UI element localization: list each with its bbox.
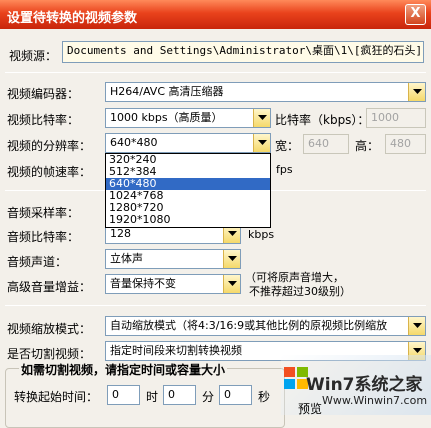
start-hours-field[interactable]: 0 xyxy=(107,385,140,405)
height-label: 高： xyxy=(355,139,380,153)
hour-unit: 时 xyxy=(146,390,159,404)
audio-channel-select[interactable]: 立体声 xyxy=(105,249,241,269)
framerate-unit: fps xyxy=(276,163,293,176)
resolution-options-list[interactable]: 320*240 512*384 640*480 1024*768 1280*72… xyxy=(105,153,271,228)
resolution-label: 视频的分辨率： xyxy=(7,139,92,153)
audio-bitrate-label: 音频比特率： xyxy=(7,230,80,244)
audio-samplerate-label: 音频采样率： xyxy=(7,206,80,220)
separator xyxy=(5,72,426,73)
chevron-down-icon[interactable] xyxy=(223,250,240,268)
chevron-down-icon[interactable] xyxy=(253,109,270,127)
volume-gain-value: 音量保持不变 xyxy=(110,277,176,290)
video-encoder-value: H264/AVC 高清压缩器 xyxy=(110,85,224,98)
watermark-brand: Win7系统之家 xyxy=(306,375,423,395)
video-bitrate-label: 视频比特率： xyxy=(7,113,80,127)
resolution-option[interactable]: 1920*1080 xyxy=(106,214,270,226)
chevron-down-icon[interactable] xyxy=(223,275,240,293)
height-field[interactable]: 480 xyxy=(385,134,426,154)
close-icon: X xyxy=(410,6,421,21)
video-bitrate-select[interactable]: 1000 kbps（高质量） xyxy=(105,108,271,128)
width-label: 宽： xyxy=(275,139,300,153)
audio-channel-value: 立体声 xyxy=(110,252,143,265)
window-title: 设置待转换的视频参数 xyxy=(7,11,138,26)
start-seconds-field[interactable]: 0 xyxy=(219,385,252,405)
volume-gain-select[interactable]: 音量保持不变 xyxy=(105,274,241,294)
chevron-down-icon[interactable] xyxy=(253,134,270,152)
width-field[interactable]: 640 xyxy=(303,134,349,154)
video-source-label: 视频源： xyxy=(9,49,58,63)
scale-mode-label: 视频缩放模式： xyxy=(7,322,92,336)
cut-group-title: 如需切割视频，请指定时间或容量大小 xyxy=(19,361,228,378)
chevron-down-icon[interactable] xyxy=(408,317,425,335)
audio-bitrate-unit: kbps xyxy=(248,228,275,241)
start-time-label: 转换起始时间： xyxy=(14,390,99,404)
audio-bitrate-value: 128 xyxy=(110,227,131,240)
cut-video-label: 是否切割视频： xyxy=(7,347,92,361)
resolution-select[interactable]: 640*480 xyxy=(105,133,271,153)
minute-unit: 分 xyxy=(202,390,215,404)
separator xyxy=(5,305,426,306)
scale-mode-select[interactable]: 自动缩放模式（将4:3/16:9或其他比例的原视频比例缩放 xyxy=(105,316,426,336)
video-bitrate-value: 1000 kbps（高质量） xyxy=(110,111,223,124)
start-minutes-field[interactable]: 0 xyxy=(163,385,196,405)
scale-mode-value: 自动缩放模式（将4:3/16:9或其他比例的原视频比例缩放 xyxy=(110,319,388,332)
audio-channel-label: 音频声道： xyxy=(7,255,68,269)
second-unit: 秒 xyxy=(258,390,271,404)
close-button[interactable]: X xyxy=(405,4,426,25)
cut-video-value: 指定时间段来切割转换视频 xyxy=(110,344,242,357)
preview-button[interactable]: 预览 xyxy=(298,400,322,417)
video-encoder-select[interactable]: H264/AVC 高清压缩器 xyxy=(105,82,426,102)
framerate-label: 视频的帧速率： xyxy=(7,165,92,179)
video-source-field[interactable]: Documents and Settings\Administrator\桌面\… xyxy=(62,41,424,63)
custom-bitrate-field[interactable]: 1000 xyxy=(366,108,426,128)
video-encoder-label: 视频编码器： xyxy=(7,87,80,101)
custom-bitrate-label: 比特率（kbps）： xyxy=(275,113,370,127)
watermark-url: Www.Winwin7.com xyxy=(322,394,428,407)
volume-gain-note-2: 不推荐超过30级别） xyxy=(249,285,351,298)
volume-gain-label: 高级音量增益： xyxy=(7,280,92,294)
title-bar: 设置待转换的视频参数 X xyxy=(0,0,431,29)
chevron-down-icon[interactable] xyxy=(408,83,425,101)
resolution-value: 640*480 xyxy=(110,136,158,149)
